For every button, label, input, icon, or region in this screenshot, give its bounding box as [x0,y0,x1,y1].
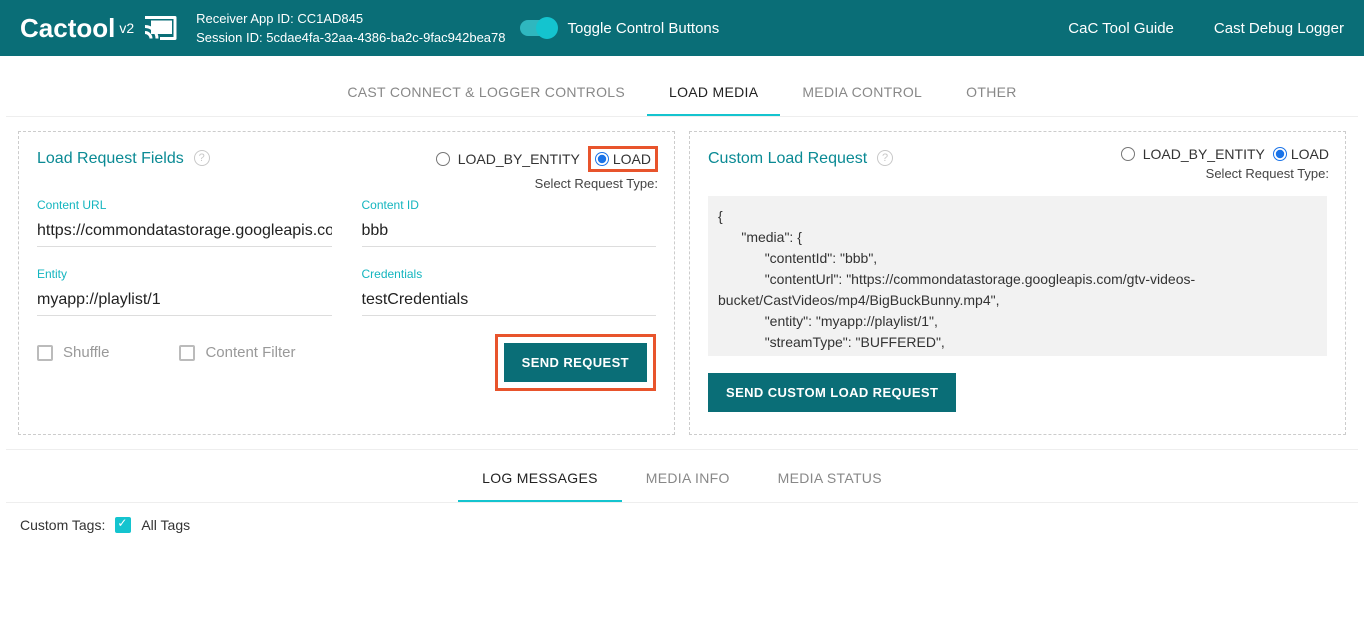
app-id-value: CC1AD845 [297,11,363,26]
checkbox-icon [37,345,53,361]
log-section: LOG MESSAGES MEDIA INFO MEDIA STATUS Cus… [6,449,1358,573]
cast-icon[interactable] [142,13,178,43]
toggle-control-buttons[interactable] [520,20,556,36]
radio-load-left[interactable] [595,152,609,166]
help-icon[interactable]: ? [877,150,893,166]
input-content-id[interactable] [362,216,657,247]
checkbox-icon [179,345,195,361]
panel-title-right: Custom Load Request [708,150,867,167]
main-tabs: CAST CONNECT & LOGGER CONTROLS LOAD MEDI… [6,70,1358,117]
input-content-url[interactable] [37,216,332,247]
request-type-label-right: Select Request Type: [1121,166,1329,181]
tab-log-messages[interactable]: LOG MESSAGES [458,456,622,502]
radio-load-right[interactable] [1273,147,1287,161]
panel-custom-load-request: Custom Load Request ? LOAD_BY_ENTITY LOA… [689,131,1346,435]
tab-media-status[interactable]: MEDIA STATUS [754,456,906,502]
input-entity[interactable] [37,285,332,316]
send-custom-request-button[interactable]: SEND CUSTOM LOAD REQUEST [708,373,956,412]
label-entity: Entity [37,267,332,281]
logo-version: v2 [119,20,134,36]
help-icon[interactable]: ? [194,150,210,166]
tab-load-media[interactable]: LOAD MEDIA [647,70,780,116]
checkbox-all-tags[interactable] [115,517,131,533]
radio-load-by-entity-right[interactable] [1121,147,1135,161]
request-type-left: LOAD_BY_ENTITY LOAD Select Request Type: [436,146,658,191]
session-id-value: 5cdae4fa-32aa-4386-ba2c-9fac942bea78 [266,30,505,45]
checkbox-shuffle[interactable]: Shuffle [37,344,109,361]
highlight-load-radio: LOAD [588,146,658,172]
request-type-label-left: Select Request Type: [436,176,658,191]
all-tags-label: All Tags [141,517,190,533]
radio-load-by-entity-left[interactable] [436,152,450,166]
request-type-right: LOAD_BY_ENTITY LOAD Select Request Type: [1121,146,1329,181]
log-tabs: LOG MESSAGES MEDIA INFO MEDIA STATUS [6,456,1358,502]
input-credentials[interactable] [362,285,657,316]
tab-other[interactable]: OTHER [944,70,1039,116]
tab-media-info[interactable]: MEDIA INFO [622,456,754,502]
tab-cast-connect[interactable]: CAST CONNECT & LOGGER CONTROLS [325,70,647,116]
highlight-send-request: SEND REQUEST [495,334,656,391]
link-cast-debug[interactable]: Cast Debug Logger [1214,20,1344,37]
app-header: Cactool v2 Receiver App ID: CC1AD845 Ses… [0,0,1364,56]
custom-json-textarea[interactable] [708,196,1327,356]
toggle-label: Toggle Control Buttons [568,20,720,37]
tab-media-control[interactable]: MEDIA CONTROL [780,70,944,116]
link-cac-guide[interactable]: CaC Tool Guide [1068,20,1174,37]
custom-tags-label: Custom Tags: [20,517,105,533]
panel-title-left: Load Request Fields [37,150,184,167]
send-request-button[interactable]: SEND REQUEST [504,343,647,382]
logo-text: Cactool [20,13,115,44]
label-content-url: Content URL [37,198,332,212]
checkbox-content-filter[interactable]: Content Filter [179,344,295,361]
session-info: Receiver App ID: CC1AD845 Session ID: 5c… [196,9,505,48]
label-credentials: Credentials [362,267,657,281]
panel-load-request-fields: Load Request Fields ? LOAD_BY_ENTITY LOA… [18,131,675,435]
label-content-id: Content ID [362,198,657,212]
